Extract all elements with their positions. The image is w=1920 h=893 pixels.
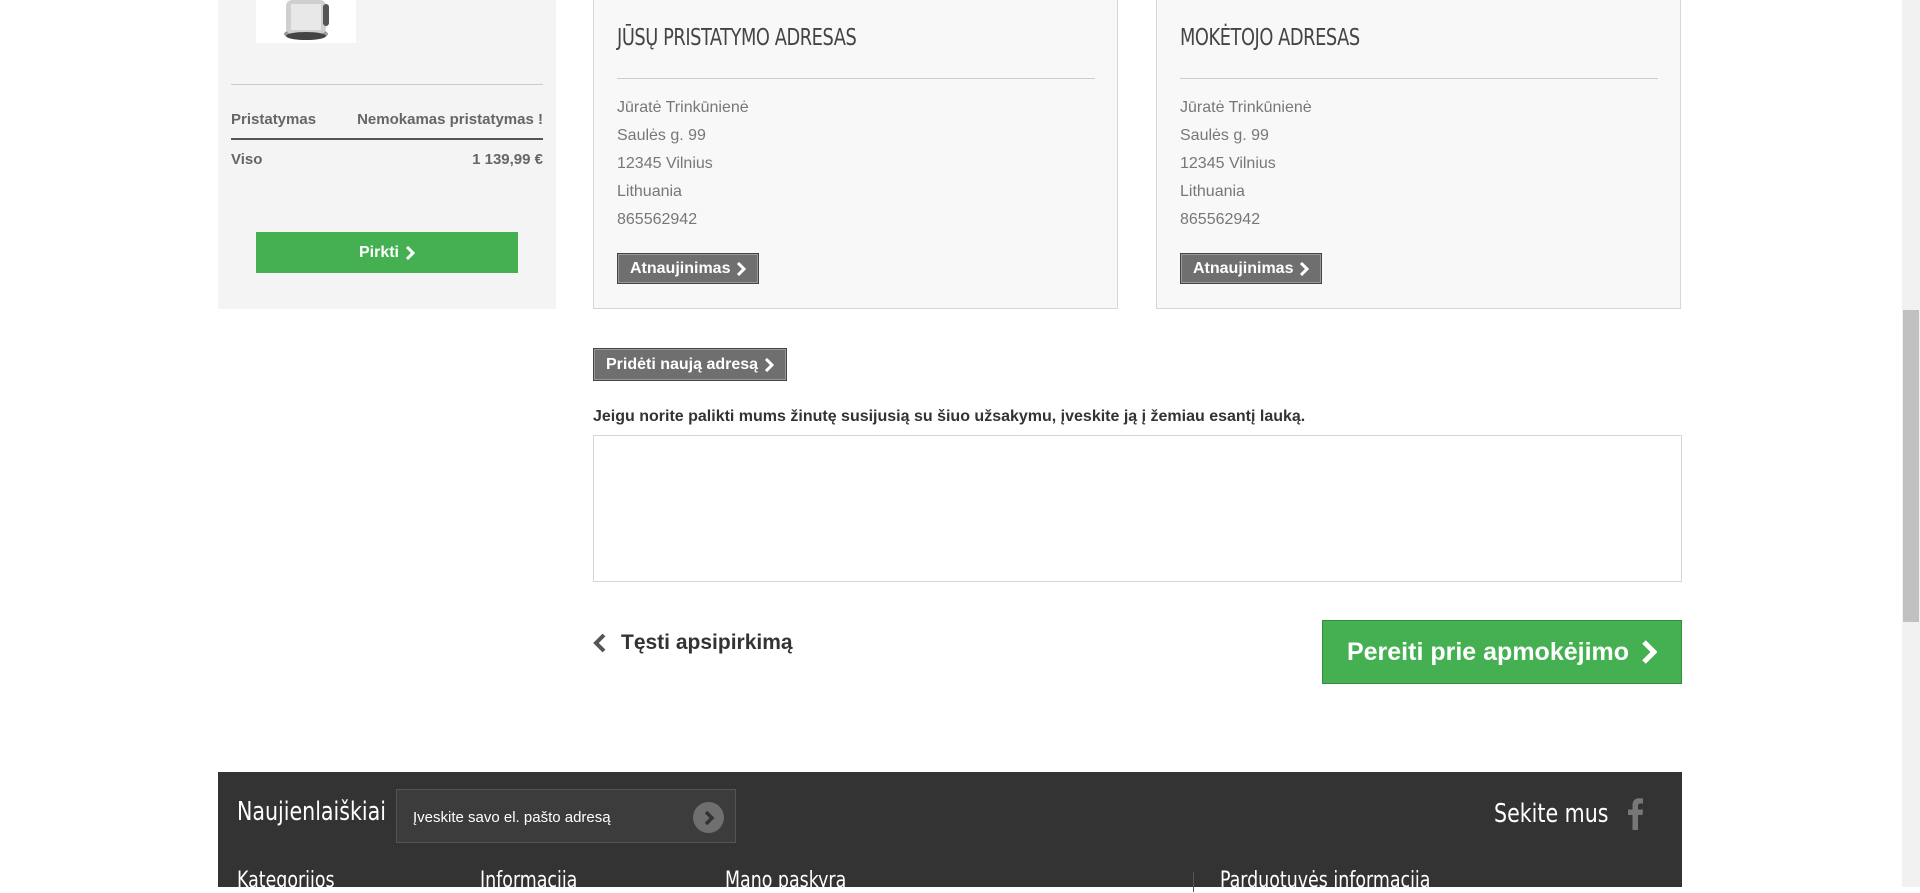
- add-address-label: Pridėti naują adresą: [606, 355, 759, 373]
- update-button-label: Atnaujinimas: [1193, 259, 1294, 277]
- order-summary: Pristatymas Nemokamas pristatymas ! Viso…: [218, 0, 556, 309]
- total-value: 1 139,99 €: [472, 151, 543, 168]
- footer-col-my-account: Mano paskyra: [725, 868, 847, 893]
- kettle-image: [284, 0, 329, 40]
- shipping-label: Pristatymas: [231, 111, 317, 128]
- address-phone: 865562942: [617, 211, 698, 228]
- chevron-left-icon: [593, 633, 606, 653]
- total-label: Viso: [231, 151, 263, 168]
- address-name: Jūratė Trinkūnienė: [617, 99, 749, 116]
- address-divider: [1180, 78, 1658, 79]
- continue-shopping-link[interactable]: Tęsti apsipirkimą: [593, 631, 793, 655]
- chevron-right-icon: [1642, 640, 1658, 664]
- footer-divider: [1193, 872, 1194, 892]
- billing-address-title: MOKĖTOJO ADRESAS: [1180, 25, 1360, 51]
- scrollbar-thumb[interactable]: [1903, 310, 1919, 622]
- add-new-address-button[interactable]: Pridėti naują adresą: [593, 348, 788, 381]
- footer: Naujienlaiškiai Sekite mus Kategorijos I…: [218, 772, 1682, 893]
- footer-col-categories: Kategorijos: [237, 868, 335, 893]
- update-billing-address-button[interactable]: Atnaujinimas: [1180, 253, 1323, 284]
- footer-col-store-info: Parduotuvės informacija: [1220, 868, 1431, 893]
- order-message-textarea[interactable]: [593, 435, 1682, 582]
- update-delivery-address-button[interactable]: Atnaujinimas: [617, 253, 760, 284]
- address-city: 12345 Vilnius: [1180, 155, 1276, 172]
- proceed-to-checkout-button[interactable]: Pereiti prie apmokėjimo: [1322, 620, 1682, 684]
- newsletter-email-input[interactable]: [411, 804, 685, 830]
- delivery-address-box: JŪSŲ PRISTATYMO ADRESAS Jūratė Trinkūnie…: [593, 0, 1118, 309]
- address-street: Saulės g. 99: [1180, 127, 1269, 144]
- follow-us-title: Sekite mus: [1494, 799, 1609, 829]
- chevron-right-icon: [765, 357, 775, 372]
- product-thumbnail[interactable]: [256, 0, 356, 43]
- continue-shopping-label: Tęsti apsipirkimą: [621, 631, 793, 654]
- address-name: Jūratė Trinkūnienė: [1180, 99, 1312, 116]
- newsletter-form: [396, 789, 736, 843]
- chevron-right-icon: [1300, 261, 1310, 276]
- order-message-label: Jeigu norite palikti mums žinutę susijus…: [593, 408, 1306, 425]
- chevron-right-icon: [704, 810, 714, 825]
- proceed-label: Pereiti prie apmokėjimo: [1346, 637, 1630, 666]
- address-divider: [617, 78, 1095, 79]
- footer-col-information: Informacija: [480, 868, 578, 893]
- summary-rule: [231, 138, 543, 140]
- chevron-right-icon: [405, 245, 415, 260]
- address-country: Lithuania: [1180, 183, 1245, 200]
- address-street: Saulės g. 99: [617, 127, 706, 144]
- delivery-address-title: JŪSŲ PRISTATYMO ADRESAS: [617, 25, 857, 51]
- address-city: 12345 Vilnius: [617, 155, 713, 172]
- newsletter-submit-button[interactable]: [693, 802, 724, 833]
- update-button-label: Atnaujinimas: [630, 259, 731, 277]
- shipping-value: Nemokamas pristatymas !: [357, 111, 543, 128]
- chevron-right-icon: [737, 261, 747, 276]
- facebook-icon[interactable]: [1626, 796, 1644, 830]
- buy-button-label: Pirkti: [358, 243, 399, 261]
- address-country: Lithuania: [617, 183, 682, 200]
- newsletter-title: Naujienlaiškiai: [237, 797, 386, 827]
- address-phone: 865562942: [1180, 211, 1261, 228]
- billing-address-box: MOKĖTOJO ADRESAS Jūratė Trinkūnienė Saul…: [1156, 0, 1681, 309]
- summary-divider: [231, 84, 543, 85]
- buy-button[interactable]: Pirkti: [256, 232, 518, 273]
